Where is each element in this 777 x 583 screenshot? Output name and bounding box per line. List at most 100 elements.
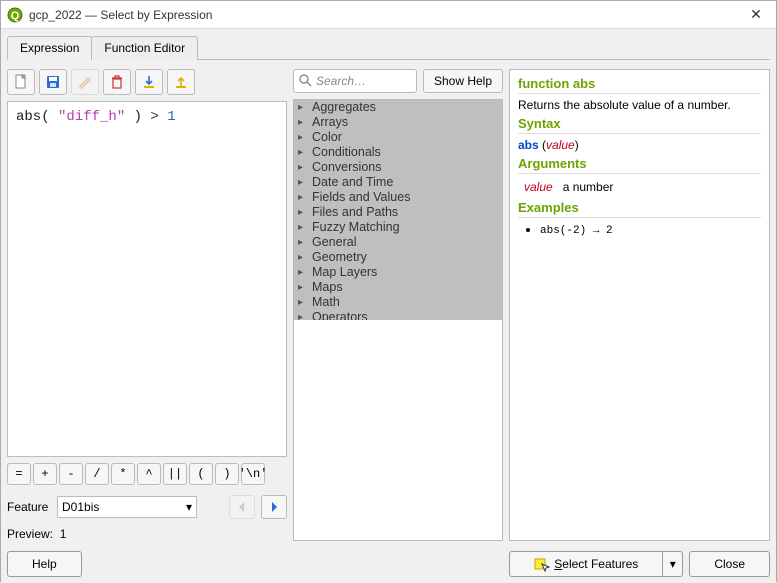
expression-toolbar <box>7 69 287 95</box>
expand-arrow-icon: ▸ <box>298 265 312 280</box>
expression-pane: abs( "diff_h" ) > 1 = + - / * ^ || ( ) '… <box>7 69 287 541</box>
category-fields-and-values[interactable]: ▸Fields and Values <box>294 190 502 205</box>
category-maps[interactable]: ▸Maps <box>294 280 502 295</box>
operator-row: = + - / * ^ || ( ) '\n' <box>7 463 287 485</box>
category-math[interactable]: ▸Math <box>294 295 502 310</box>
category-arrays[interactable]: ▸Arrays <box>294 115 502 130</box>
expand-arrow-icon: ▸ <box>298 145 312 160</box>
dialog-body: Expression Function Editor abs( "diff_h"… <box>1 29 776 583</box>
save-button[interactable] <box>39 69 67 95</box>
search-icon <box>298 73 314 90</box>
tab-function-editor[interactable]: Function Editor <box>91 36 198 60</box>
expand-arrow-icon: ▸ <box>298 160 312 175</box>
expand-arrow-icon: ▸ <box>298 175 312 190</box>
op-rparen[interactable]: ) <box>215 463 239 485</box>
category-conditionals[interactable]: ▸Conditionals <box>294 145 502 160</box>
delete-button[interactable] <box>103 69 131 95</box>
category-label: Date and Time <box>312 175 393 190</box>
expand-arrow-icon: ▸ <box>298 130 312 145</box>
op-minus[interactable]: - <box>59 463 83 485</box>
category-label: Conversions <box>312 160 381 175</box>
expand-arrow-icon: ▸ <box>298 115 312 130</box>
expand-arrow-icon: ▸ <box>298 190 312 205</box>
help-syntax-arg: value <box>546 138 575 152</box>
next-feature-button[interactable] <box>261 495 287 519</box>
op-eq[interactable]: = <box>7 463 31 485</box>
titlebar: Q gcp_2022 — Select by Expression ✕ <box>1 1 776 29</box>
help-pane: function abs Returns the absolute value … <box>509 69 770 541</box>
expand-arrow-icon: ▸ <box>298 220 312 235</box>
help-button[interactable]: Help <box>7 551 82 577</box>
help-syntax: abs (value) <box>518 138 761 152</box>
op-lparen[interactable]: ( <box>189 463 213 485</box>
category-files-and-paths[interactable]: ▸Files and Paths <box>294 205 502 220</box>
app-icon: Q <box>7 7 23 23</box>
svg-text:Q: Q <box>11 10 20 22</box>
import-button[interactable] <box>135 69 163 95</box>
help-arg-desc: a number <box>563 180 614 194</box>
select-features-button[interactable]: Select Features <box>509 551 663 577</box>
feature-combo[interactable]: D01bis ▾ <box>57 496 197 518</box>
tab-expression[interactable]: Expression <box>7 36 92 60</box>
expr-op: > <box>142 109 167 125</box>
search-placeholder: Search… <box>316 74 366 88</box>
category-label: General <box>312 235 356 250</box>
category-label: Math <box>312 295 340 310</box>
expression-editor[interactable]: abs( "diff_h" ) > 1 <box>7 101 287 457</box>
op-mul[interactable]: * <box>111 463 135 485</box>
dialog-button-bar: Help Select Features ▾ Close <box>7 541 770 577</box>
help-args-heading: Arguments <box>518 156 761 174</box>
preview-row: Preview: 1 <box>7 527 287 541</box>
expr-close: ) <box>134 109 142 125</box>
help-syntax-heading: Syntax <box>518 116 761 134</box>
category-label: Maps <box>312 280 343 295</box>
category-fuzzy-matching[interactable]: ▸Fuzzy Matching <box>294 220 502 235</box>
help-title: function abs <box>518 76 761 94</box>
expand-arrow-icon: ▸ <box>298 205 312 220</box>
op-pow[interactable]: ^ <box>137 463 161 485</box>
category-date-and-time[interactable]: ▸Date and Time <box>294 175 502 190</box>
select-features-group: Select Features ▾ <box>509 551 683 577</box>
help-arg-row: value a number <box>518 178 761 196</box>
category-geometry[interactable]: ▸Geometry <box>294 250 502 265</box>
category-label: Conditionals <box>312 145 381 160</box>
expand-arrow-icon: ▸ <box>298 280 312 295</box>
expand-arrow-icon: ▸ <box>298 100 312 115</box>
category-map-layers[interactable]: ▸Map Layers <box>294 265 502 280</box>
help-examples-heading: Examples <box>518 200 761 218</box>
function-tree[interactable]: ▸Aggregates▸Arrays▸Color▸Conditionals▸Co… <box>293 99 503 541</box>
help-example: abs(-2) → 2 <box>540 225 613 237</box>
category-operators[interactable]: ▸Operators <box>294 310 502 320</box>
close-button[interactable]: Close <box>689 551 770 577</box>
help-syntax-fn: abs <box>518 138 539 152</box>
category-color[interactable]: ▸Color <box>294 130 502 145</box>
new-file-button[interactable] <box>7 69 35 95</box>
preview-value: 1 <box>60 527 67 541</box>
category-label: Files and Paths <box>312 205 398 220</box>
category-label: Operators <box>312 310 368 320</box>
feature-row: Feature D01bis ▾ <box>7 495 287 519</box>
select-features-dropdown[interactable]: ▾ <box>663 551 683 577</box>
help-description: Returns the absolute value of a number. <box>518 98 761 112</box>
window-title: gcp_2022 — Select by Expression <box>29 8 742 22</box>
search-input[interactable]: Search… <box>293 69 417 93</box>
functions-pane: Search… Show Help ▸Aggregates▸Arrays▸Col… <box>293 69 503 541</box>
feature-label: Feature <box>7 500 51 514</box>
category-general[interactable]: ▸General <box>294 235 502 250</box>
op-newline[interactable]: '\n' <box>241 463 265 485</box>
export-button[interactable] <box>167 69 195 95</box>
prev-feature-button <box>229 495 255 519</box>
category-conversions[interactable]: ▸Conversions <box>294 160 502 175</box>
show-help-button[interactable]: Show Help <box>423 69 503 93</box>
expand-arrow-icon: ▸ <box>298 235 312 250</box>
category-aggregates[interactable]: ▸Aggregates <box>294 100 502 115</box>
op-concat[interactable]: || <box>163 463 187 485</box>
window-close-button[interactable]: ✕ <box>742 6 770 23</box>
help-arg-name: value <box>524 180 553 194</box>
edit-button <box>71 69 99 95</box>
op-div[interactable]: / <box>85 463 109 485</box>
expr-field: "diff_h" <box>50 109 134 125</box>
op-plus[interactable]: + <box>33 463 57 485</box>
expand-arrow-icon: ▸ <box>298 250 312 265</box>
main-panes: abs( "diff_h" ) > 1 = + - / * ^ || ( ) '… <box>7 59 770 541</box>
